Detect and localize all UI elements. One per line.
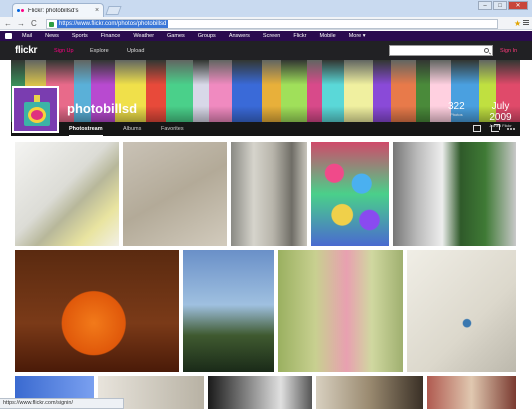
reload-button[interactable]: C — [31, 19, 37, 28]
yahoo-link-sports[interactable]: Sports — [72, 33, 88, 39]
browser-window: Flickr: photobillsd's × – □ ✕ ← → C http… — [0, 0, 532, 409]
photo-tile-pavement-red-flower[interactable] — [123, 142, 227, 246]
status-bar: https://www.flickr.com/signin/ — [0, 398, 124, 409]
photo-count: 322 Photos — [448, 101, 465, 117]
browser-toolbar: ← → C https://www.flickr.com/photos/phot… — [0, 17, 532, 30]
tab-title: Flickr: photobillsd's — [28, 7, 79, 14]
photo-count-value: 322 — [448, 101, 465, 112]
tab-photostream[interactable]: Photostream — [69, 126, 103, 136]
photo-tile-palm-trees[interactable] — [183, 250, 274, 372]
share-icon[interactable] — [491, 124, 500, 132]
yahoo-link-mobile[interactable]: Mobile — [319, 33, 335, 39]
close-window-button[interactable]: ✕ — [508, 1, 528, 10]
photo-tile-painted-eggs[interactable] — [311, 142, 389, 246]
photo-tile-storefront[interactable] — [427, 376, 516, 409]
flickr-nav-bar: flickr Sign Up Explore Upload Sign In — [0, 41, 532, 60]
photo-tile-courtyard-plant[interactable] — [393, 142, 516, 246]
profile-username: photobillsd — [67, 101, 138, 116]
yahoo-link-flickr[interactable]: Flickr — [293, 33, 306, 39]
upload-link[interactable]: Upload — [127, 48, 144, 54]
flickr-logo[interactable]: flickr — [15, 45, 37, 56]
search-icon[interactable] — [484, 48, 489, 53]
photo-tile-clock-tower[interactable] — [316, 376, 423, 409]
more-options-icon[interactable] — [507, 125, 515, 132]
minimize-button[interactable]: – — [478, 1, 492, 10]
joined-date-value: July 2009 — [489, 101, 512, 123]
browser-menu-icon[interactable] — [523, 20, 529, 26]
photo-tile-stacked-chairs[interactable] — [278, 250, 403, 372]
photo-tile-lit-window-corner[interactable] — [15, 142, 119, 246]
explore-link[interactable]: Explore — [90, 48, 109, 54]
profile-cover: photobillsd 322 Photos July 2009 Joined … — [11, 60, 520, 136]
yahoo-link-screen[interactable]: Screen — [263, 33, 280, 39]
title-bar: Flickr: photobillsd's × – □ ✕ — [0, 0, 532, 17]
home-icon[interactable] — [5, 33, 12, 39]
address-bar[interactable]: https://www.flickr.com/photos/photobills… — [46, 19, 498, 29]
photo-count-label: Photos — [450, 112, 463, 117]
back-button[interactable]: ← — [4, 19, 12, 28]
photo-tile-tangerine[interactable] — [15, 250, 179, 372]
yahoo-link-games[interactable]: Games — [167, 33, 185, 39]
tab-favorites[interactable]: Favorites — [161, 126, 184, 132]
new-tab-button[interactable] — [105, 6, 122, 15]
yahoo-link-groups[interactable]: Groups — [198, 33, 216, 39]
browser-tab[interactable]: Flickr: photobillsd's × — [12, 3, 104, 17]
forward-button[interactable]: → — [17, 19, 25, 28]
flickr-favicon-icon — [17, 8, 25, 13]
url-text[interactable]: https://www.flickr.com/photos/photobills… — [57, 20, 169, 28]
yahoo-link-answers[interactable]: Answers — [229, 33, 250, 39]
window-controls: – □ ✕ — [478, 1, 528, 10]
slideshow-icon[interactable] — [473, 125, 481, 132]
lock-icon — [49, 21, 54, 27]
joined-date: July 2009 Joined Flickr — [481, 101, 520, 128]
tab-close-icon[interactable]: × — [95, 7, 99, 14]
signup-link[interactable]: Sign Up — [54, 48, 74, 54]
yahoo-bar: Mail News Sports Finance Weather Games Groups A… — [0, 31, 532, 41]
yahoo-link-news[interactable]: News — [45, 33, 59, 39]
maximize-button[interactable]: □ — [493, 1, 507, 10]
tab-albums[interactable]: Albums — [123, 126, 141, 132]
signin-link[interactable]: Sign In — [500, 48, 517, 54]
bookmark-star-icon[interactable]: ★ — [514, 19, 521, 28]
yahoo-link-finance[interactable]: Finance — [101, 33, 121, 39]
photo-tile-stone-wall-corridor[interactable] — [231, 142, 307, 246]
yahoo-link-weather[interactable]: Weather — [133, 33, 154, 39]
photo-tile-wall-lamp-shadow[interactable] — [407, 250, 516, 372]
search-input[interactable] — [389, 45, 493, 56]
avatar[interactable] — [12, 86, 59, 133]
photo-tile-shop-window[interactable] — [208, 376, 312, 409]
yahoo-link-mail[interactable]: Mail — [22, 33, 32, 39]
yahoo-link-more[interactable]: More — [349, 33, 366, 39]
